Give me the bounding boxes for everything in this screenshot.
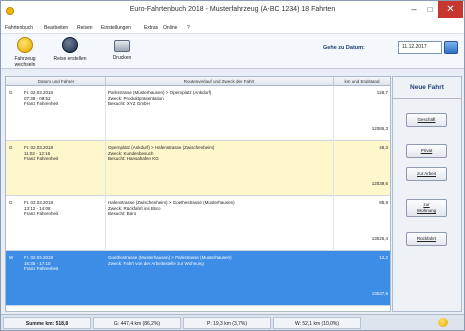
route-cell: Goethestrasse (Musterhausen) > Parkstras… (108, 255, 232, 266)
column-divider (105, 141, 106, 196)
minimize-button[interactable]: – (406, 1, 422, 18)
menu-bar: Fahrtenbuch Bearbeiten Reisen Einstellun… (1, 22, 464, 33)
table-row[interactable]: G Fr. 02.03.2018 13:12 - 14:08 Franz Fah… (6, 196, 390, 251)
status-grip-icon (438, 318, 448, 327)
menu-fahrtenbuch[interactable]: Fahrtenbuch (5, 25, 33, 31)
column-divider (333, 196, 334, 251)
trip-route: Hafenstrasse (Zwischenheim) > Goethestra… (108, 200, 235, 205)
window-title: Euro-Fahrtenbuch 2018 - Musterfahrzeug (… (129, 6, 336, 13)
trip-visit: Besucht: Büro (108, 211, 137, 216)
toolbar: Fahrzeug wechseln Reise erstellen Drucke… (1, 33, 464, 69)
menu-help[interactable]: ? (187, 25, 190, 31)
trip-km: 12,2 (379, 255, 388, 260)
app-window: Euro-Fahrtenbuch 2018 - Musterfahrzeug (… (0, 0, 465, 331)
date-driver-cell: Fr. 02.03.2018 07:38 - 09:52 Franz Fahre… (24, 90, 58, 107)
column-divider (105, 86, 106, 141)
header-km[interactable]: km und Endstand (334, 79, 390, 84)
goto-date-input[interactable]: 11.12.2017 (398, 41, 442, 54)
business-km-status: G: 447,4 km (86,2%) (93, 317, 181, 329)
trip-purpose: Zweck: Fahrt von der Arbeitsstelle zur W… (108, 260, 204, 266)
to-work-button[interactable]: zur Arbeit (406, 167, 447, 181)
menu-bearbeiten[interactable]: Bearbeiten (44, 25, 68, 31)
route-cell: Hafenstrasse (Zwischenheim) > Goethestra… (108, 200, 235, 217)
work-km-status: W: 52,1 km (10,0%) (273, 317, 361, 329)
trip-route: Opernplatz (Ankdurf) > Hafenstrasse (Zwi… (108, 145, 215, 150)
trip-type: G (9, 200, 13, 205)
title-bar: Euro-Fahrtenbuch 2018 - Musterfahrzeug (… (1, 1, 464, 22)
print-button[interactable]: Drucken (109, 37, 135, 61)
new-trip-title: Neue Fahrt (410, 84, 444, 91)
business-trip-button[interactable]: Geschäft (406, 113, 447, 127)
to-home-label-2: Wohnung (416, 208, 437, 213)
menu-reisen[interactable]: Reisen (77, 25, 93, 31)
sum-km-status: Summe km: 518,8 (3, 317, 91, 329)
trip-type: G (9, 145, 13, 150)
trip-route: Parkstrasse (Musterhausen) > Opernplatz … (108, 90, 212, 95)
column-divider (333, 86, 334, 141)
header-date-driver[interactable]: Datum und Fahrer (8, 79, 104, 84)
odometer-end: 12085,3 (371, 126, 388, 131)
trip-route: Goethestrasse (Musterhausen) > Parkstras… (108, 255, 232, 260)
calendar-icon[interactable] (444, 41, 458, 54)
goto-date-label: Gehe zu Datum: (323, 45, 365, 51)
new-trip-panel: Neue Fahrt Geschäft Privat zur Arbeit zu… (392, 76, 462, 312)
divider (393, 98, 461, 99)
table-row-selected[interactable]: W Fr. 02.03.2018 16:35 - 17:10 Franz Fah… (6, 251, 390, 306)
column-divider (105, 196, 106, 251)
trip-type: W (9, 255, 14, 260)
maximize-button[interactable]: □ (422, 1, 438, 18)
menu-online[interactable]: Online (163, 25, 177, 31)
trip-driver: Franz Fahrenheit (24, 156, 59, 161)
menu-extras[interactable]: Extras (144, 25, 158, 31)
date-driver-cell: Fr. 02.03.2018 11:02 - 12:16 Franz Fahre… (24, 145, 58, 162)
trip-km: 48,3 (379, 145, 388, 150)
trip-visit: Besucht: XYZ GmbH (108, 101, 150, 106)
date-driver-cell: Fr. 02.03.2018 13:12 - 14:08 Franz Fahre… (24, 200, 58, 217)
trip-visit: Besucht: Hansahafen KG (108, 156, 159, 161)
change-vehicle-label: Fahrzeug wechseln (14, 56, 36, 68)
create-trip-button[interactable]: Reise erstellen (51, 37, 89, 62)
trip-type: G (9, 90, 13, 95)
header-route[interactable]: Routenverlauf und Zweck der Fahrt (106, 79, 332, 84)
date-driver-cell: Fr. 02.03.2018 16:35 - 17:10 Franz Fahre… (24, 255, 58, 272)
column-divider (333, 141, 334, 196)
trip-driver: Franz Fahrenheit (24, 266, 59, 271)
table-header: Datum und Fahrer Routenverlauf und Zweck… (6, 77, 390, 86)
to-home-button[interactable]: zur Wohnung (406, 199, 447, 217)
table-row[interactable]: G Fr. 02.03.2018 07:38 - 09:52 Franz Fah… (6, 86, 390, 141)
trip-km: 85,8 (379, 200, 388, 205)
trip-table: Datum und Fahrer Routenverlauf und Zweck… (5, 76, 391, 312)
route-cell: Parkstrasse (Musterhausen) > Opernplatz … (108, 90, 211, 107)
private-km-status: P: 19,3 km (3,7%) (183, 317, 271, 329)
status-bar: Summe km: 518,8 G: 447,4 km (86,2%) P: 1… (1, 314, 464, 330)
close-button[interactable]: ✕ (438, 1, 463, 18)
print-icon (114, 40, 130, 52)
odometer-end: 13037,6 (371, 291, 388, 296)
odometer-end: 13025,4 (371, 236, 388, 241)
trip-km: 128,7 (376, 90, 388, 95)
change-vehicle-button[interactable]: Fahrzeug wechseln (6, 37, 44, 68)
return-trip-button[interactable]: Rückfahrt (406, 232, 447, 246)
print-label: Drucken (112, 55, 132, 61)
odometer-end: 12039,6 (371, 181, 388, 186)
trip-driver: Franz Fahrenheit (24, 211, 59, 216)
create-trip-label: Reise erstellen (53, 56, 87, 62)
create-trip-icon (62, 37, 78, 53)
menu-einstellungen[interactable]: Einstellungen (101, 25, 131, 31)
trip-driver: Franz Fahrenheit (24, 101, 59, 106)
private-trip-button[interactable]: Privat (406, 144, 447, 158)
change-vehicle-icon (17, 37, 33, 53)
route-cell: Opernplatz (Ankdurf) > Hafenstrasse (Zwi… (108, 145, 214, 162)
table-row[interactable]: G Fr. 02.03.2018 11:02 - 12:16 Franz Fah… (6, 141, 390, 196)
